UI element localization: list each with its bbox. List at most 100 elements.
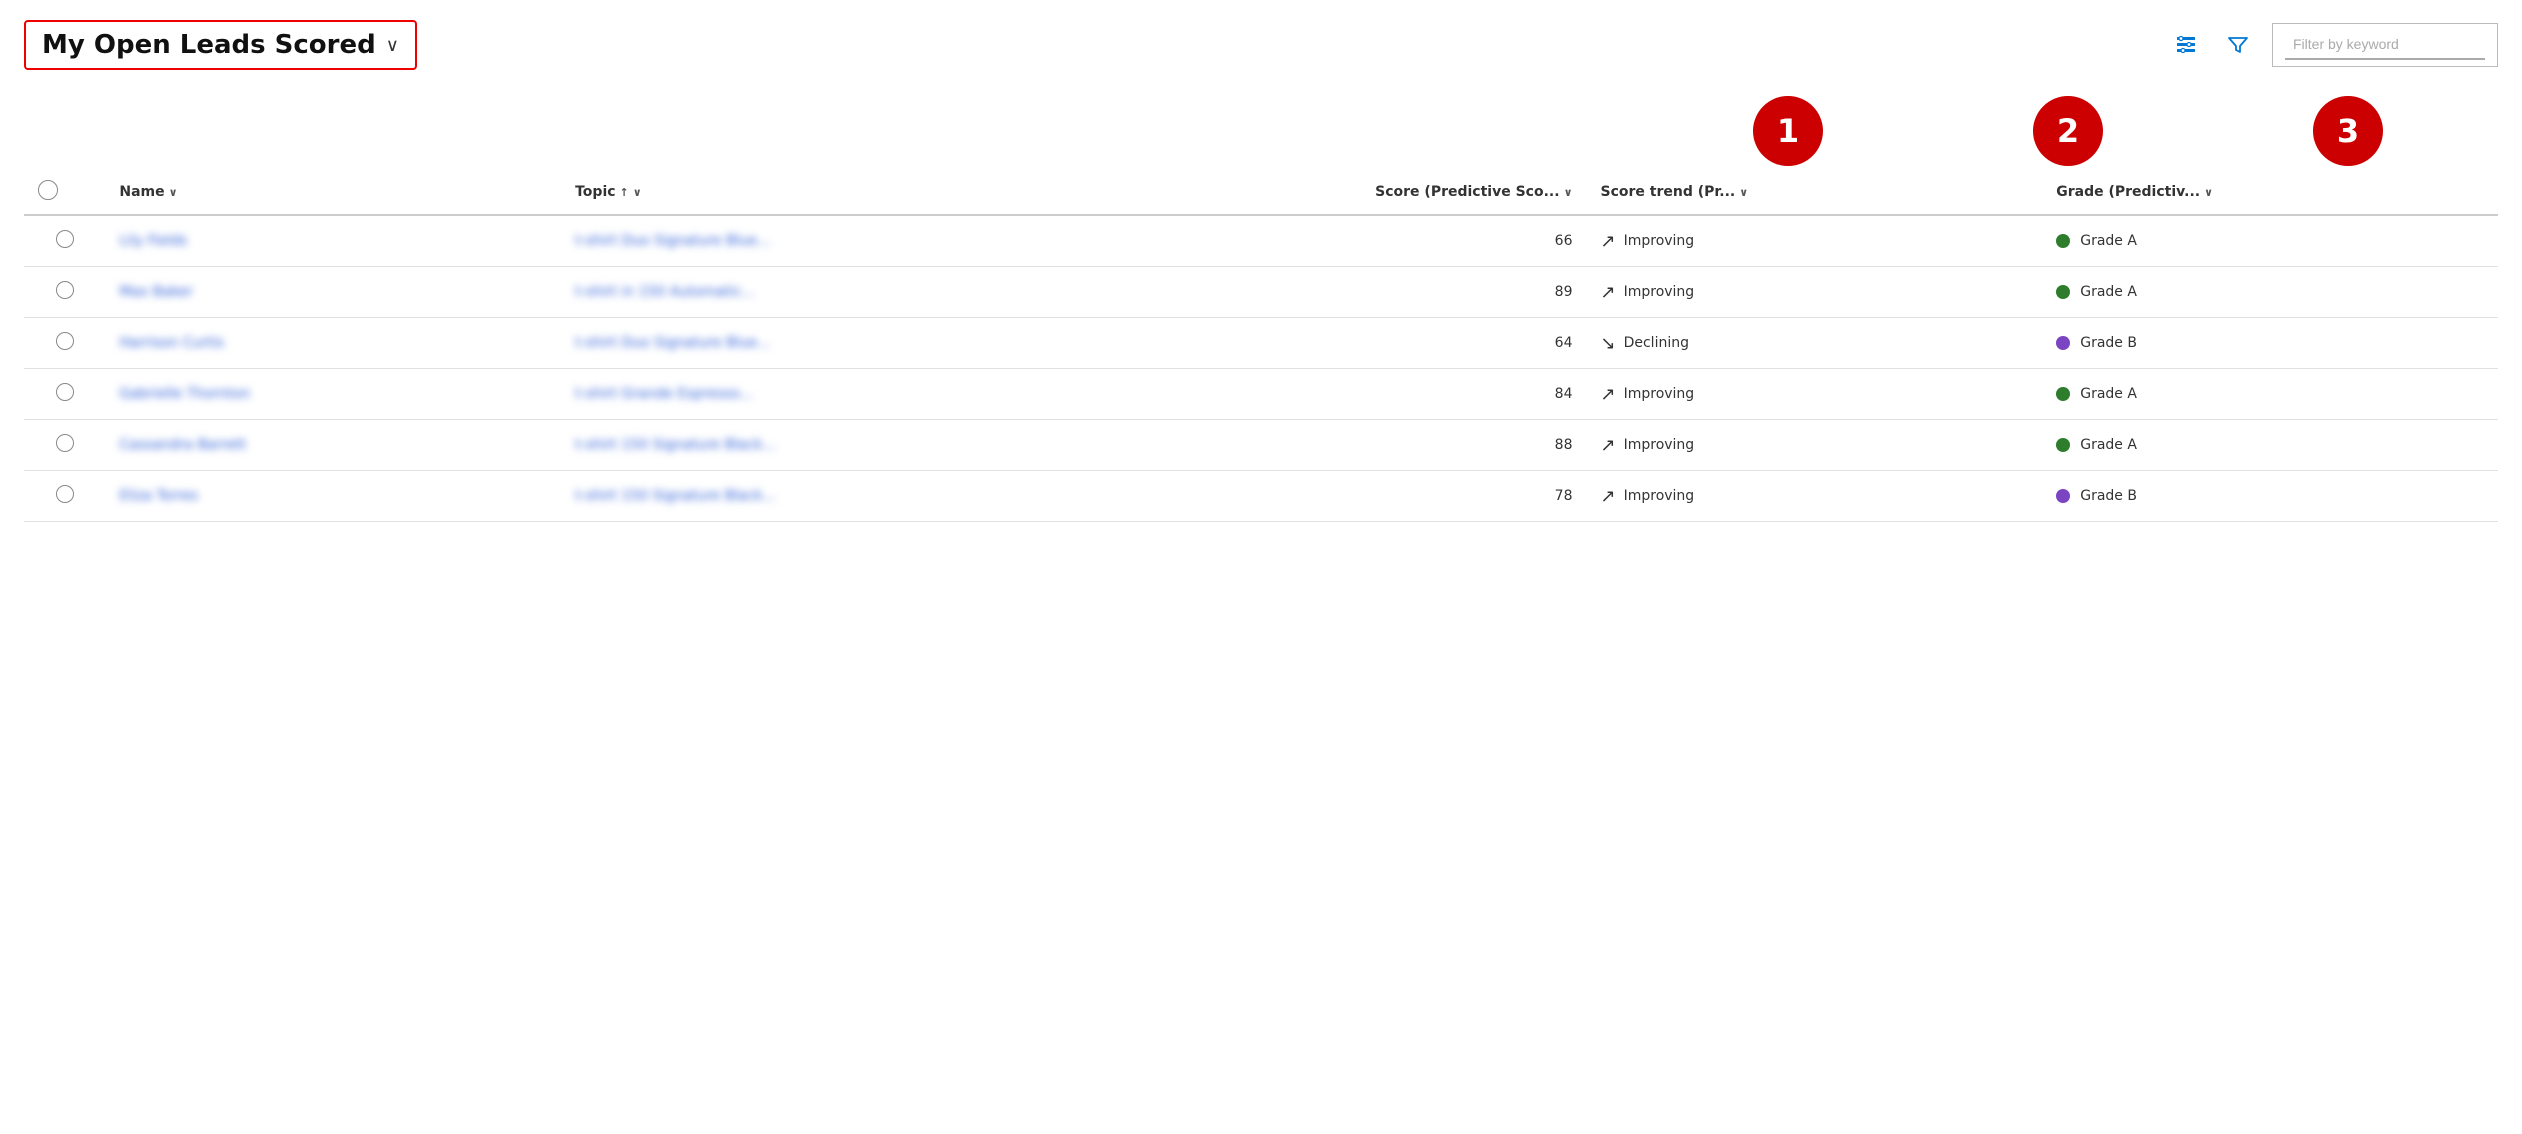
row-score-cell: 64 (1115, 318, 1587, 369)
row-topic: t-shirt 150 Signature Black... (575, 488, 776, 504)
header-checkbox-cell (24, 170, 105, 215)
row-name[interactable]: Max Baker (119, 284, 193, 300)
row-checkbox-cell (24, 215, 105, 267)
row-checkbox-cell (24, 318, 105, 369)
row-trend-cell: ↗Improving (1587, 369, 2043, 420)
col-header-grade[interactable]: Grade (Predictiv... ∨ (2042, 170, 2498, 215)
row-checkbox-cell (24, 420, 105, 471)
annotation-wrapper: 1 2 3 (24, 86, 2498, 166)
topic-sort-desc-icon[interactable]: ∨ (633, 186, 642, 199)
row-name[interactable]: Cassandra Barrett (119, 437, 246, 453)
row-topic: t-shirt Duo Signature Blue... (575, 335, 770, 351)
row-score-cell: 66 (1115, 215, 1587, 267)
row-grade-label: Grade A (2080, 386, 2137, 402)
row-trend-cell: ↘Declining (1587, 318, 2043, 369)
grade-sort-icon[interactable]: ∨ (2204, 186, 2213, 199)
row-score: 84 (1555, 386, 1573, 402)
leads-table: Name ∨ Topic ↑ ∨ Score (Predictive (24, 170, 2498, 522)
row-topic-cell: t-shirt 150 Signature Black... (561, 420, 1114, 471)
page-title: My Open Leads Scored (42, 30, 376, 60)
row-grade-label: Grade A (2080, 437, 2137, 453)
row-trend-cell: ↗Improving (1587, 471, 2043, 522)
filter-icon (2227, 34, 2249, 56)
row-trend-cell: ↗ Improving (1587, 420, 2043, 471)
table-row: Cassandra Barrett t-shirt 150 Signature B… (24, 420, 2498, 471)
row-name-cell: Lily Fields (105, 215, 561, 267)
circle-spacer-3: 3 (2208, 96, 2488, 166)
table-wrapper: Name ∨ Topic ↑ ∨ Score (Predictive (24, 170, 2498, 522)
row-trend-label: Improving (1624, 488, 1695, 504)
trend-sort-icon[interactable]: ∨ (1739, 186, 1748, 199)
annotation-circle-2: 2 (2033, 96, 2103, 166)
row-score-cell: 78 (1115, 471, 1587, 522)
row-grade-label: Grade B (2080, 335, 2137, 351)
name-sort-icon[interactable]: ∨ (169, 186, 178, 199)
topic-sort-asc-icon[interactable]: ↑ (620, 186, 629, 199)
row-score-cell: 84 (1115, 369, 1587, 420)
row-checkbox[interactable] (56, 485, 74, 503)
row-checkbox-cell (24, 369, 105, 420)
page-container: My Open Leads Scored ∨ (0, 0, 2522, 522)
row-name[interactable]: Lily Fields (119, 233, 187, 249)
row-score: 64 (1555, 335, 1573, 351)
row-checkbox[interactable] (56, 434, 74, 452)
row-name[interactable]: Gabrielle Thornton (119, 386, 250, 402)
col-header-name[interactable]: Name ∨ (105, 170, 561, 215)
trend-up-icon: ↗ (1601, 384, 1616, 405)
grade-dot-icon (2056, 285, 2070, 299)
title-chevron-icon[interactable]: ∨ (386, 35, 399, 56)
col-header-topic[interactable]: Topic ↑ ∨ (561, 170, 1114, 215)
trend-up-icon: ↗ (1601, 282, 1616, 303)
row-trend-cell: ↗Improving (1587, 215, 2043, 267)
row-checkbox[interactable] (56, 281, 74, 299)
row-score: 89 (1555, 284, 1573, 300)
row-grade-cell: Grade B (2042, 318, 2498, 369)
row-topic-cell: t-shirt Duo Signature Blue... (561, 215, 1114, 267)
row-topic-cell: t-shirt Duo Signature Blue... (561, 318, 1114, 369)
row-checkbox-cell (24, 471, 105, 522)
row-score: 66 (1555, 233, 1573, 249)
table-row: Lily Fields t-shirt Duo Signature Blue...… (24, 215, 2498, 267)
row-name-cell: Max Baker (105, 267, 561, 318)
trend-up-icon: ↗ (1601, 231, 1616, 252)
table-row: Gabrielle Thornton t-shirt Grande Espress… (24, 369, 2498, 420)
circle-spacer-2: 2 (1928, 96, 2208, 166)
grade-dot-icon (2056, 387, 2070, 401)
row-grade-label: Grade B (2080, 488, 2137, 504)
row-grade-cell: Grade A (2042, 369, 2498, 420)
col-header-score[interactable]: Score (Predictive Sco... ∨ (1115, 170, 1587, 215)
annotation-circle-3: 3 (2313, 96, 2383, 166)
row-trend-label: Improving (1624, 437, 1695, 453)
row-checkbox[interactable] (56, 383, 74, 401)
annotation-circles: 1 2 3 (1648, 96, 2488, 166)
filter-button[interactable] (2220, 27, 2256, 63)
row-grade-cell: Grade B (2042, 471, 2498, 522)
score-sort-icon[interactable]: ∨ (1564, 186, 1573, 199)
filter-by-keyword-input[interactable] (2285, 30, 2485, 60)
table-row: Harrison Curtis t-shirt Duo Signature Blu… (24, 318, 2498, 369)
row-topic: t-shirt Grande Espresso... (575, 386, 753, 402)
row-grade-cell: Grade A (2042, 267, 2498, 318)
header-actions (2168, 23, 2498, 67)
row-name-cell: Harrison Curtis (105, 318, 561, 369)
row-checkbox[interactable] (56, 230, 74, 248)
trend-down-icon: ↘ (1601, 333, 1616, 354)
row-grade-label: Grade A (2080, 284, 2137, 300)
row-score: 88 (1555, 437, 1573, 453)
row-score: 78 (1555, 488, 1573, 504)
grade-dot-icon (2056, 489, 2070, 503)
row-name[interactable]: Eliza Torres (119, 488, 198, 504)
customize-columns-button[interactable] (2168, 27, 2204, 63)
grade-dot-icon (2056, 234, 2070, 248)
table-row: Max Bakert-shirt in 150 Automatic...89↗I… (24, 267, 2498, 318)
row-topic-cell: t-shirt in 150 Automatic... (561, 267, 1114, 318)
row-name[interactable]: Harrison Curtis (119, 335, 224, 351)
row-checkbox[interactable] (56, 332, 74, 350)
trend-up-icon: ↗ (1601, 435, 1616, 456)
table-header-row: Name ∨ Topic ↑ ∨ Score (Predictive (24, 170, 2498, 215)
row-name-cell: Cassandra Barrett (105, 420, 561, 471)
col-header-trend[interactable]: Score trend (Pr... ∨ (1587, 170, 2043, 215)
select-all-checkbox[interactable] (38, 180, 58, 200)
row-grade-cell: Grade A (2042, 420, 2498, 471)
row-grade-cell: Grade A (2042, 215, 2498, 267)
